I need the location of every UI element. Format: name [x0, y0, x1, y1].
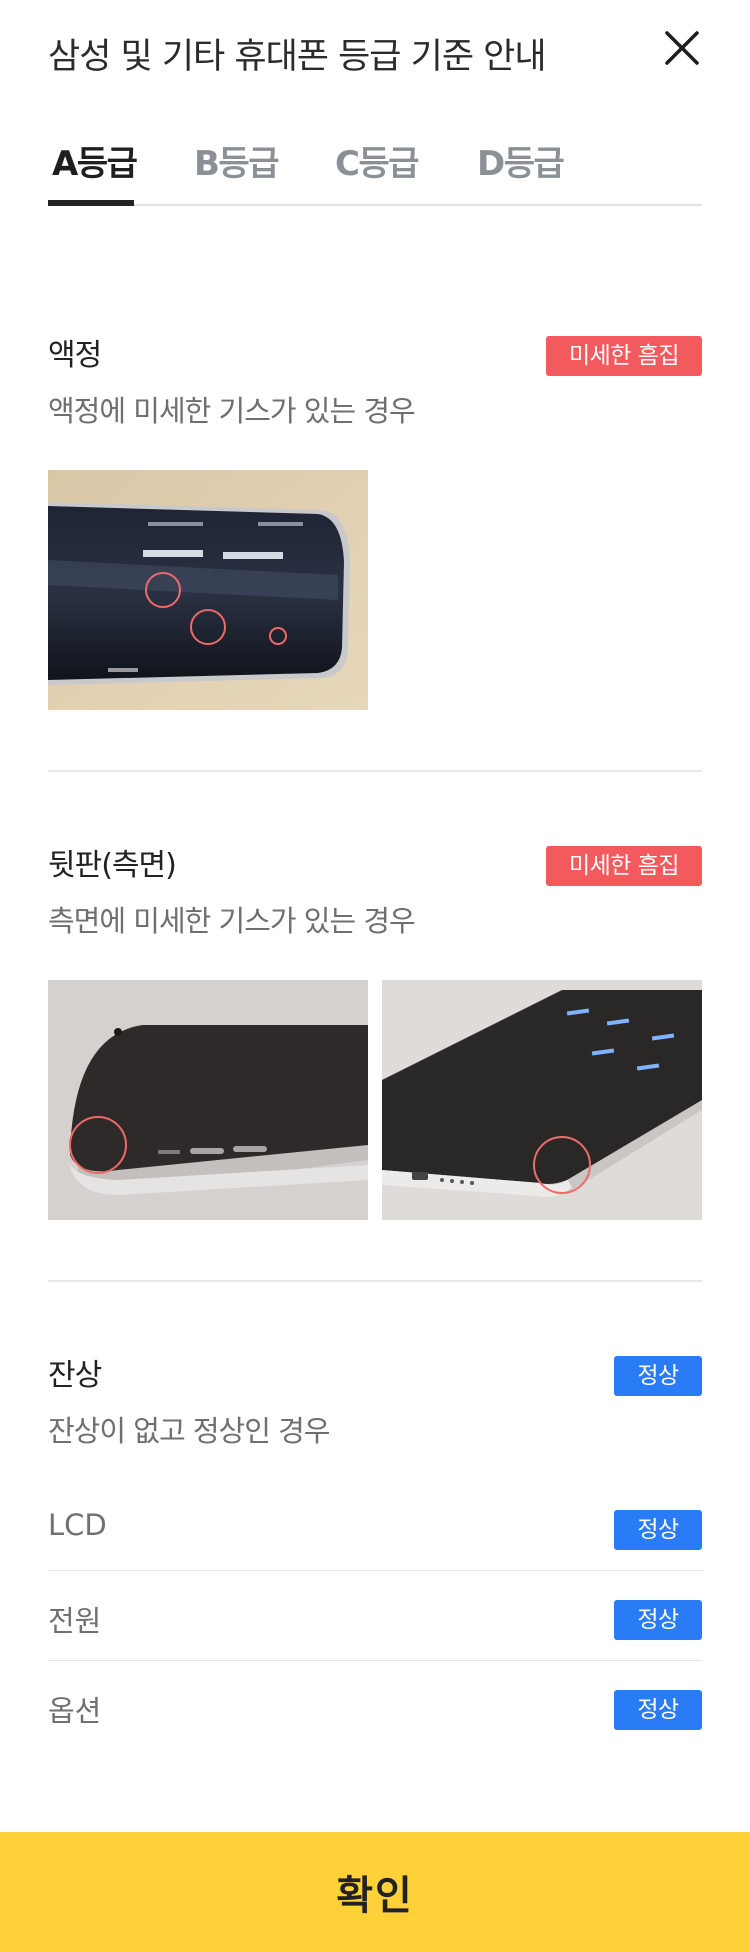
close-button[interactable] [660, 26, 704, 70]
tab-grade-a[interactable]: A등급 [52, 136, 138, 185]
page-title: 삼성 및 기타 휴대폰 등급 기준 안내 [48, 37, 547, 77]
status-badge: 미세한 흠집 [546, 336, 702, 376]
section-divider [48, 770, 702, 772]
tab-grade-b[interactable]: B등급 [194, 136, 279, 185]
status-row-label-option: 옵션 [48, 1694, 102, 1728]
section-description: 측면에 미세한 기스가 있는 경우 [48, 904, 416, 938]
close-icon [665, 31, 699, 65]
tab-grade-c[interactable]: C등급 [335, 136, 420, 185]
grade-tabs: A등급 B등급 C등급 D등급 [48, 130, 702, 206]
status-badge: 정상 [614, 1600, 702, 1640]
section-description: 잔상이 없고 정상인 경우 [48, 1414, 330, 1448]
confirm-button[interactable]: 확인 [0, 1832, 750, 1952]
status-badge: 정상 [614, 1510, 702, 1550]
section-title-afterimage: 잔상 [48, 1358, 102, 1393]
section-title-lcd-screen: 액정 [48, 338, 102, 373]
status-row-label-lcd: LCD [48, 1508, 107, 1542]
section-title-back-side: 뒷판(측면) [48, 848, 177, 883]
screen-scratch-photo [48, 470, 368, 710]
modal-header: 삼성 및 기타 휴대폰 등급 기준 안내 [48, 0, 702, 100]
status-badge: 정상 [614, 1690, 702, 1730]
row-divider [48, 1570, 702, 1571]
side-scratch-photo-right [382, 980, 702, 1220]
active-tab-indicator [48, 200, 134, 206]
status-badge: 정상 [614, 1356, 702, 1396]
status-row-label-power: 전원 [48, 1604, 102, 1638]
side-scratch-photo-left [48, 980, 368, 1220]
status-badge: 미세한 흠집 [546, 846, 702, 886]
section-divider [48, 1280, 702, 1282]
tab-grade-d[interactable]: D등급 [477, 136, 565, 185]
section-description: 액정에 미세한 기스가 있는 경우 [48, 394, 416, 428]
row-divider [48, 1660, 702, 1661]
